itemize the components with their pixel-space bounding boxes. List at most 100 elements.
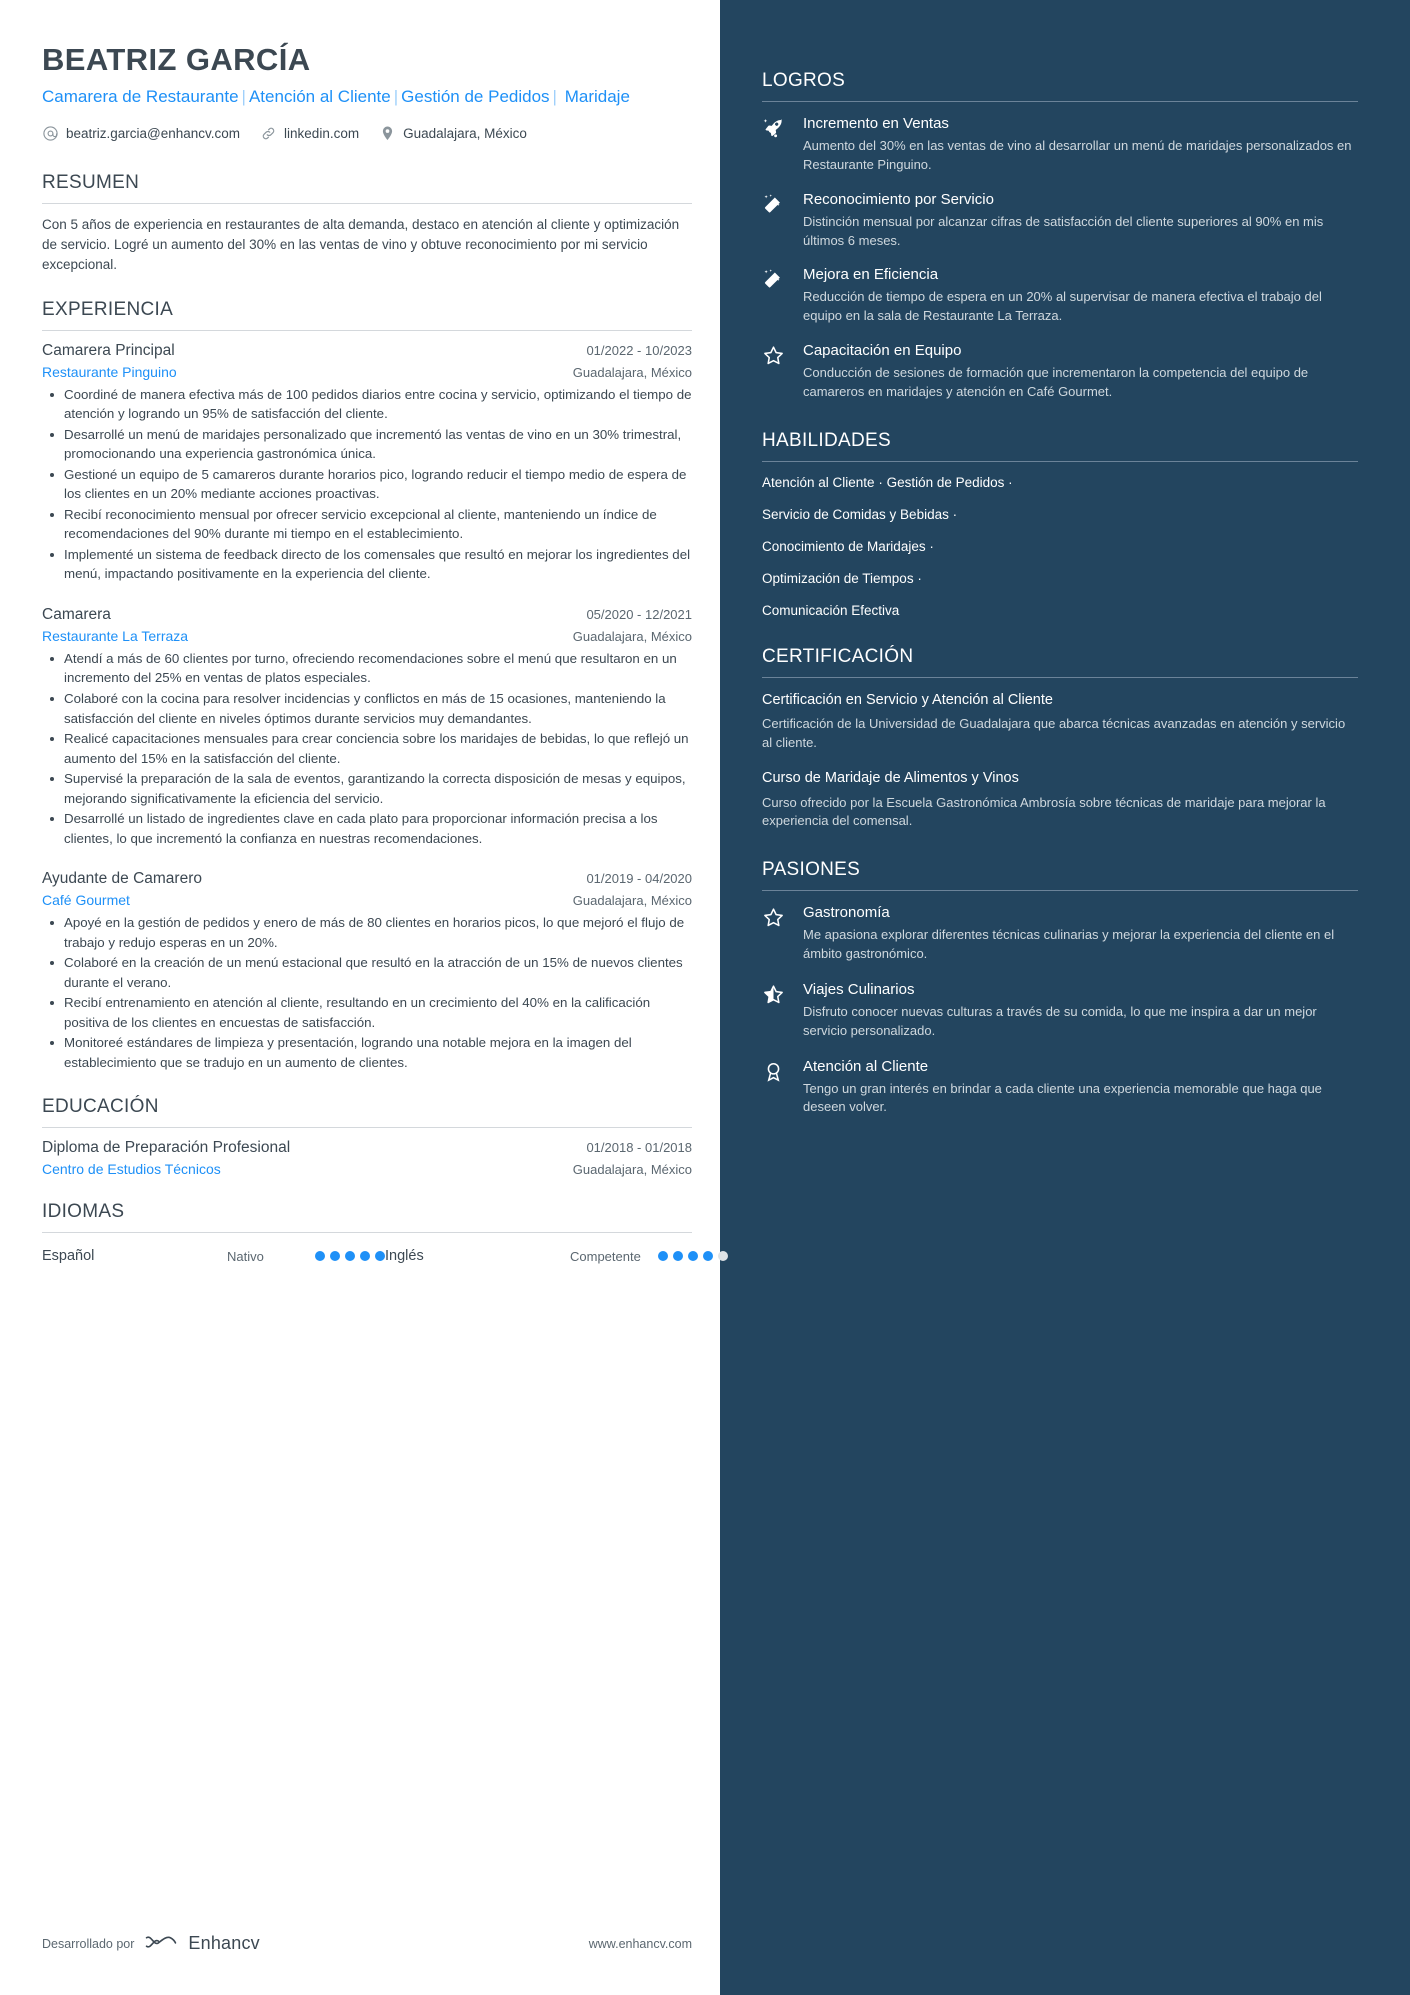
contact-location: Guadalajara, México [379,125,527,142]
star-outline-icon [762,342,788,402]
language-item: Español Nativo [42,1248,385,1264]
language-name: Inglés [385,1248,424,1265]
website-url[interactable]: www.enhancv.com [589,1937,692,1951]
divider [762,460,1358,462]
job-bullets: Atendí a más de 60 clientes por turno, o… [42,649,692,848]
certification-desc: Curso ofrecido por la Escuela Gastronómi… [762,794,1326,829]
sidebar: LOGROS Incremento en Ventas Aumento del … [720,0,1410,1995]
location-pin-icon [379,125,396,142]
summary-text: Con 5 años de experiencia en restaurante… [42,216,680,272]
list-item: Colaboré con la cocina para resolver inc… [42,689,692,728]
rocket-sparkle-icon [762,115,788,175]
school-location: Guadalajara, México [572,1162,692,1178]
rating-dot [315,1251,325,1262]
certification-item: Curso de Maridaje de Alimentos y Vinos C… [762,769,1358,831]
job-title: Camarera Principal [42,341,175,359]
contact-email-text: beatriz.garcia@enhancv.com [66,125,241,141]
passion-desc: Disfruto conocer nuevas culturas a travé… [803,1003,1317,1038]
rating-dot [688,1251,698,1262]
passion-item: Atención al Cliente Tengo un gran interé… [762,1058,1358,1118]
certification-item: Certificación en Servicio y Atención al … [762,691,1358,753]
headline: Camarera de Restaurante | Atención al Clie… [42,85,642,109]
headline-separator: | [393,86,399,106]
divider [762,101,1358,102]
achievement-item: Capacitación en Equipo Conducción de ses… [762,342,1358,402]
achievement-desc: Distinción mensual por alcanzar cifras d… [803,213,1324,248]
star-half-icon [762,981,788,1041]
contact-row: beatriz.garcia@enhancv.com linkedin.com [42,125,692,142]
passion-title: Atención al Cliente [803,1057,929,1075]
headline-part-2: Gestión de Pedidos [401,86,550,106]
list-item: Gestioné un equipo de 5 camareros durant… [42,465,692,504]
education-item: Diploma de Preparación Profesional 01/20… [42,1139,692,1177]
headline-separator: | [241,86,246,106]
list-item: Realicé capacitaciones mensuales para cr… [42,729,692,768]
section-title-logros: LOGROS [762,70,846,91]
brand-name: Enhancv [188,1933,260,1953]
list-item: Coordiné de manera efectiva más de 100 p… [42,385,692,424]
footer: Desarrollado por Enhancv www.enhancv.com [42,1932,692,1955]
main-column: BEATRIZ GARCÍA Camarera de Restaurante | A… [0,0,728,1995]
school-name[interactable]: Centro de Estudios Técnicos [42,1161,221,1177]
job-title: Ayudante de Camarero [42,870,202,888]
experience-item: Camarera Principal 01/2022 - 10/2023 Res… [42,342,692,584]
section-title-educacion: EDUCACIÓN [42,1096,159,1118]
resume-page: BEATRIZ GARCÍA Camarera de Restaurante | A… [0,0,1410,1995]
divider [762,890,1358,892]
certification-desc: Certificación de la Universidad de Guada… [762,716,1346,751]
enhancv-logo-icon [144,1932,178,1955]
star-outline-icon [762,904,788,964]
medal-icon [762,1058,788,1118]
headline-part-1: Atención al Cliente [248,86,391,106]
divider [42,1232,692,1234]
rating-dot [673,1251,683,1262]
rating-dot [330,1251,340,1262]
divider [42,202,692,204]
section-title-pasiones: PASIONES [762,859,861,881]
certification-title: Certificación en Servicio y Atención al … [762,691,1053,708]
magic-wand-icon [762,266,788,326]
rating-dot [345,1251,355,1262]
language-level: Nativo [227,1248,264,1264]
magic-wand-icon [762,191,788,251]
brand-block: Desarrollado por Enhancv [42,1932,260,1955]
language-rating [315,1251,385,1262]
achievement-item: Incremento en Ventas Aumento del 30% en … [762,115,1358,175]
skill-line: Comunicación Efectiva [762,602,900,618]
degree-title: Diploma de Preparación Profesional [42,1139,291,1157]
passion-title: Gastronomía [803,904,890,922]
passion-item: Gastronomía Me apasiona explorar diferen… [762,904,1358,964]
achievement-item: Reconocimiento por Servicio Distinción m… [762,191,1358,251]
contact-linkedin[interactable]: linkedin.com [260,125,359,142]
experience-item: Ayudante de Camarero 01/2019 - 04/2020 C… [42,870,692,1072]
made-by-label: Desarrollado por [42,1936,135,1951]
job-company[interactable]: Restaurante Pinguino [42,364,177,380]
certification-title: Curso de Maridaje de Alimentos y Vinos [762,770,1019,786]
list-item: Supervisé la preparación de la sala de e… [42,769,692,808]
headline-part-3: Maridaje [564,86,630,106]
rating-dot [703,1251,713,1262]
job-date: 01/2022 - 10/2023 [586,342,692,358]
job-company[interactable]: Café Gourmet [42,892,130,908]
section-title-resumen: RESUMEN [42,171,140,193]
achievement-desc: Reducción de tiempo de espera en un 20% … [803,289,1322,324]
list-item: Desarrollé un menú de maridajes personal… [42,425,692,464]
language-level: Competente [570,1248,641,1264]
achievement-desc: Conducción de sesiones de formación que … [803,365,1309,399]
section-title-certificacion: CERTIFICACIÓN [762,645,914,667]
link-icon [260,125,277,142]
job-bullets: Coordiné de manera efectiva más de 100 p… [42,385,692,584]
passion-title: Viajes Culinarios [803,980,915,998]
job-company[interactable]: Restaurante La Terraza [42,628,188,644]
passion-desc: Me apasiona explorar diferentes técnicas… [803,927,1335,962]
at-icon [42,125,59,142]
achievement-item: Mejora en Eficiencia Reducción de tiempo… [762,266,1358,326]
rating-dot [375,1251,385,1262]
headline-part-0: Camarera de Restaurante [42,86,239,106]
contact-email[interactable]: beatriz.garcia@enhancv.com [42,125,240,142]
headline-separator: | [552,86,557,106]
languages-row: Español Nativo Inglés Competente [42,1244,728,1265]
list-item: Apoyé en la gestión de pedidos y enero d… [42,913,692,952]
achievement-title: Mejora en Eficiencia [803,266,939,284]
passion-desc: Tengo un gran interés en brindar a cada … [803,1080,1322,1115]
